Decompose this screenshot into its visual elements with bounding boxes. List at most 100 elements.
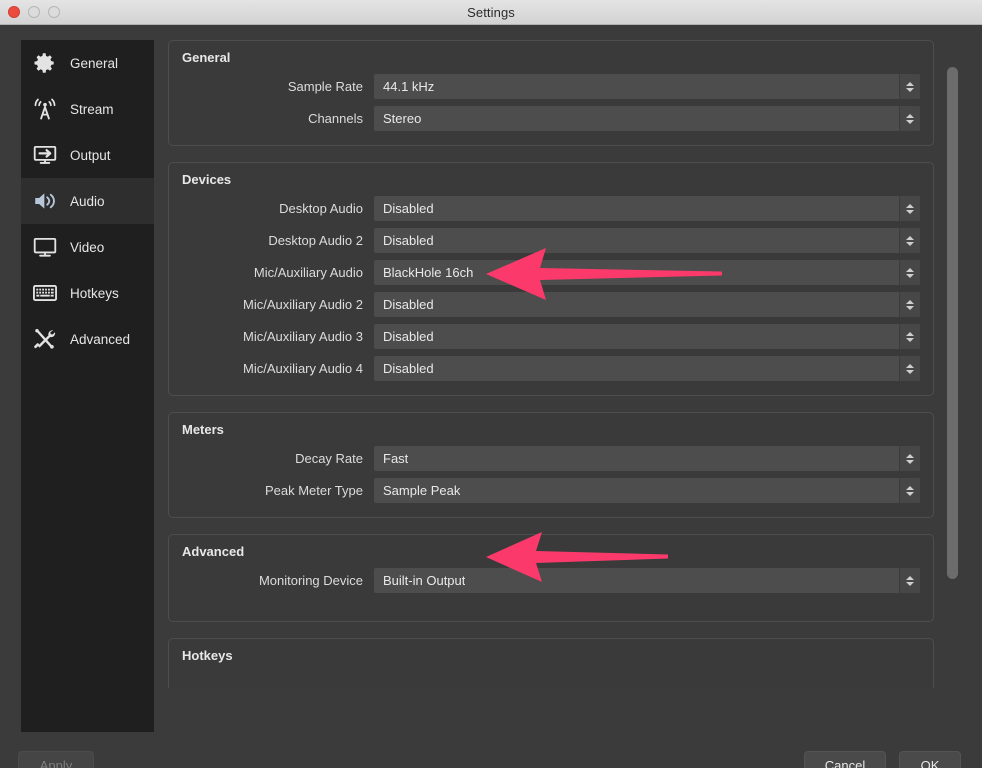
mic-auxiliary-audio-4-combobox[interactable]: Disabled — [374, 356, 920, 381]
channels-combobox[interactable]: Stereo — [374, 106, 920, 131]
stepper-icon[interactable] — [899, 228, 920, 253]
monitoring-device-combobox[interactable]: Built-in Output — [374, 568, 920, 593]
combo-value: Disabled — [374, 201, 434, 216]
combo-value: 44.1 kHz — [374, 79, 434, 94]
stepper-icon[interactable] — [899, 292, 920, 317]
cancel-button[interactable]: Cancel — [804, 751, 886, 768]
broadcast-icon — [30, 94, 60, 124]
sidebar-item-stream[interactable]: Stream — [21, 86, 154, 132]
scrollbar-thumb[interactable] — [947, 67, 958, 579]
sidebar-item-label: Advanced — [70, 332, 130, 347]
mic-auxiliary-audio-combobox[interactable]: BlackHole 16ch — [374, 260, 920, 285]
row-label: Mic/Auxiliary Audio 4 — [182, 361, 374, 376]
setting-row-mic-auxiliary-audio-3: Mic/Auxiliary Audio 3 Disabled — [182, 323, 920, 350]
window-title: Settings — [0, 5, 982, 20]
row-label: Decay Rate — [182, 451, 374, 466]
combo-value: Disabled — [374, 297, 434, 312]
stepper-icon[interactable] — [899, 446, 920, 471]
tools-icon — [30, 324, 60, 354]
group-title: Meters — [182, 422, 920, 437]
maximize-button[interactable] — [48, 6, 60, 18]
sidebar-item-label: Video — [70, 240, 104, 255]
setting-row-channels: Channels Stereo — [182, 105, 920, 132]
setting-row-sample-rate: Sample Rate 44.1 kHz — [182, 73, 920, 100]
decay-rate-combobox[interactable]: Fast — [374, 446, 920, 471]
setting-row-mic-auxiliary-audio: Mic/Auxiliary Audio BlackHole 16ch — [182, 259, 920, 286]
apply-button[interactable]: Apply — [18, 751, 94, 768]
group-title: Advanced — [182, 544, 920, 559]
sample-rate-combobox[interactable]: 44.1 kHz — [374, 74, 920, 99]
sidebar-item-label: General — [70, 56, 118, 71]
combo-value: Disabled — [374, 233, 434, 248]
combo-value: Disabled — [374, 361, 434, 376]
settings-sidebar: General Stream — [21, 40, 154, 732]
sidebar-item-label: Output — [70, 148, 111, 163]
desktop-audio-combobox[interactable]: Disabled — [374, 196, 920, 221]
group-advanced: Advanced Monitoring Device Built-in Outp… — [168, 534, 934, 622]
row-label: Mic/Auxiliary Audio — [182, 265, 374, 280]
sidebar-item-label: Stream — [70, 102, 114, 117]
sidebar-item-output[interactable]: Output — [21, 132, 154, 178]
row-label: Desktop Audio 2 — [182, 233, 374, 248]
group-title: General — [182, 50, 920, 65]
window-body: General Stream — [0, 25, 982, 768]
combo-value: Stereo — [374, 111, 421, 126]
row-label: Monitoring Device — [182, 573, 374, 588]
group-hotkeys: Hotkeys — [168, 638, 934, 688]
group-devices: Devices Desktop Audio Disabled Desktop A… — [168, 162, 934, 396]
group-general: General Sample Rate 44.1 kHz Channels St… — [168, 40, 934, 146]
stepper-icon[interactable] — [899, 324, 920, 349]
setting-row-mic-auxiliary-audio-2: Mic/Auxiliary Audio 2 Disabled — [182, 291, 920, 318]
vertical-scrollbar[interactable] — [947, 67, 958, 692]
mic-auxiliary-audio-3-combobox[interactable]: Disabled — [374, 324, 920, 349]
sidebar-item-label: Hotkeys — [70, 286, 119, 301]
setting-row-mic-auxiliary-audio-4: Mic/Auxiliary Audio 4 Disabled — [182, 355, 920, 382]
stepper-icon[interactable] — [899, 196, 920, 221]
setting-row-desktop-audio: Desktop Audio Disabled — [182, 195, 920, 222]
combo-value: Fast — [374, 451, 408, 466]
output-icon — [30, 140, 60, 170]
row-label: Peak Meter Type — [182, 483, 374, 498]
sidebar-item-audio[interactable]: Audio — [21, 178, 154, 224]
monitor-icon — [30, 232, 60, 262]
ok-button[interactable]: OK — [899, 751, 961, 768]
stepper-icon[interactable] — [899, 478, 920, 503]
close-button[interactable] — [8, 6, 20, 18]
combo-value: Disabled — [374, 329, 434, 344]
combo-value: Sample Peak — [374, 483, 460, 498]
traffic-light-group — [8, 6, 60, 18]
sidebar-item-advanced[interactable]: Advanced — [21, 316, 154, 362]
title-bar: Settings — [0, 0, 982, 25]
row-label: Desktop Audio — [182, 201, 374, 216]
row-label: Mic/Auxiliary Audio 2 — [182, 297, 374, 312]
row-label: Channels — [182, 111, 374, 126]
stepper-icon[interactable] — [899, 568, 920, 593]
stepper-icon[interactable] — [899, 106, 920, 131]
stepper-icon[interactable] — [899, 260, 920, 285]
mic-auxiliary-audio-2-combobox[interactable]: Disabled — [374, 292, 920, 317]
sidebar-item-label: Audio — [70, 194, 105, 209]
row-label: Mic/Auxiliary Audio 3 — [182, 329, 374, 344]
stepper-icon[interactable] — [899, 74, 920, 99]
group-meters: Meters Decay Rate Fast Peak Meter Type S… — [168, 412, 934, 518]
sidebar-item-video[interactable]: Video — [21, 224, 154, 270]
gear-icon — [30, 48, 60, 78]
sidebar-item-general[interactable]: General — [21, 40, 154, 86]
stepper-icon[interactable] — [899, 356, 920, 381]
setting-row-monitoring-device: Monitoring Device Built-in Output — [182, 567, 920, 594]
combo-value: BlackHole 16ch — [374, 265, 473, 280]
setting-row-desktop-audio-2: Desktop Audio 2 Disabled — [182, 227, 920, 254]
setting-row-decay-rate: Decay Rate Fast — [182, 445, 920, 472]
group-title: Hotkeys — [182, 648, 920, 663]
group-title: Devices — [182, 172, 920, 187]
minimize-button[interactable] — [28, 6, 40, 18]
settings-scroll-area: General Sample Rate 44.1 kHz Channels St… — [168, 40, 963, 688]
combo-value: Built-in Output — [374, 573, 465, 588]
settings-window: Settings General — [0, 0, 982, 768]
setting-row-peak-meter-type: Peak Meter Type Sample Peak — [182, 477, 920, 504]
desktop-audio-2-combobox[interactable]: Disabled — [374, 228, 920, 253]
row-label: Sample Rate — [182, 79, 374, 94]
peak-meter-type-combobox[interactable]: Sample Peak — [374, 478, 920, 503]
sidebar-item-hotkeys[interactable]: Hotkeys — [21, 270, 154, 316]
keyboard-icon — [30, 278, 60, 308]
